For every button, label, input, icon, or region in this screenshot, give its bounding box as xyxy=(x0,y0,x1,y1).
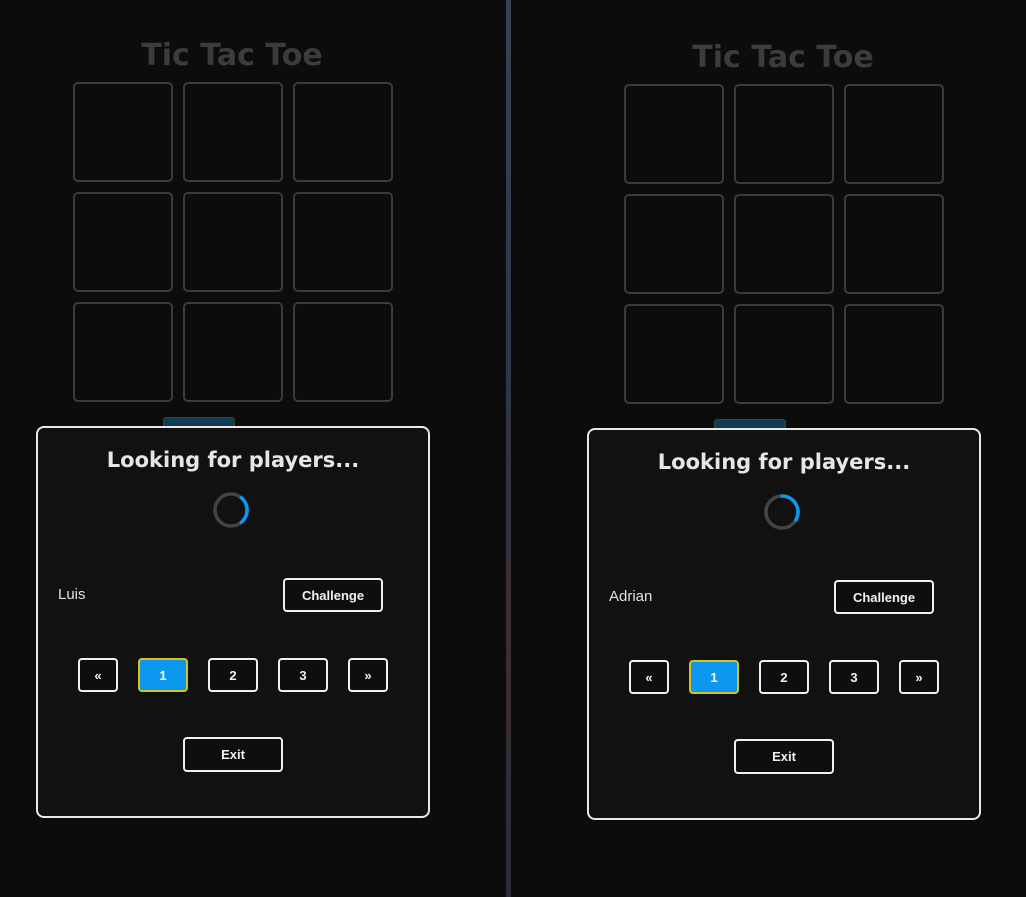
board-cell[interactable] xyxy=(183,192,283,292)
board-cell[interactable] xyxy=(73,192,173,292)
board-cell[interactable] xyxy=(844,194,944,294)
board-cell[interactable] xyxy=(844,304,944,404)
matchmaking-modal: Looking for players... Luis Challenge « … xyxy=(36,426,430,818)
game-title: Tic Tac Toe xyxy=(141,38,323,73)
challenge-button[interactable]: Challenge xyxy=(283,578,383,612)
board-cell[interactable] xyxy=(73,82,173,182)
exit-button[interactable]: Exit xyxy=(734,739,834,774)
board-cell[interactable] xyxy=(624,84,724,184)
pagination-page-2-button[interactable]: 2 xyxy=(208,658,258,692)
left-game-window: Tic Tac Toe Looking for players... Luis … xyxy=(0,0,506,897)
board-cell[interactable] xyxy=(293,82,393,182)
pagination-next-button[interactable]: » xyxy=(899,660,939,694)
pagination-next-button[interactable]: » xyxy=(348,658,388,692)
board-cell[interactable] xyxy=(624,304,724,404)
player-name: Adrian xyxy=(609,588,653,605)
board-cell[interactable] xyxy=(293,302,393,402)
pagination-page-1-button[interactable]: 1 xyxy=(689,660,739,694)
board-cell[interactable] xyxy=(734,194,834,294)
pagination-page-1-button[interactable]: 1 xyxy=(138,658,188,692)
board-cell[interactable] xyxy=(734,84,834,184)
board-cell[interactable] xyxy=(624,194,724,294)
board-cell[interactable] xyxy=(844,84,944,184)
board-cell[interactable] xyxy=(183,302,283,402)
pagination-page-3-button[interactable]: 3 xyxy=(829,660,879,694)
right-game-window: Tic Tac Toe Looking for players... Adria… xyxy=(511,0,1026,897)
pagination-page-3-button[interactable]: 3 xyxy=(278,658,328,692)
game-board xyxy=(73,82,393,402)
game-title: Tic Tac Toe xyxy=(692,40,874,75)
challenge-button[interactable]: Challenge xyxy=(834,580,934,614)
pagination-page-2-button[interactable]: 2 xyxy=(759,660,809,694)
board-cell[interactable] xyxy=(183,82,283,182)
loading-spinner-icon xyxy=(764,494,800,530)
board-cell[interactable] xyxy=(73,302,173,402)
exit-button[interactable]: Exit xyxy=(183,737,283,772)
matchmaking-modal: Looking for players... Adrian Challenge … xyxy=(587,428,981,820)
board-cell[interactable] xyxy=(734,304,834,404)
board-cell[interactable] xyxy=(293,192,393,292)
pagination-prev-button[interactable]: « xyxy=(78,658,118,692)
modal-title: Looking for players... xyxy=(657,450,911,474)
pagination-prev-button[interactable]: « xyxy=(629,660,669,694)
player-name: Luis xyxy=(58,586,86,603)
loading-spinner-icon xyxy=(213,492,249,528)
modal-title: Looking for players... xyxy=(106,448,360,472)
game-board xyxy=(624,84,944,404)
